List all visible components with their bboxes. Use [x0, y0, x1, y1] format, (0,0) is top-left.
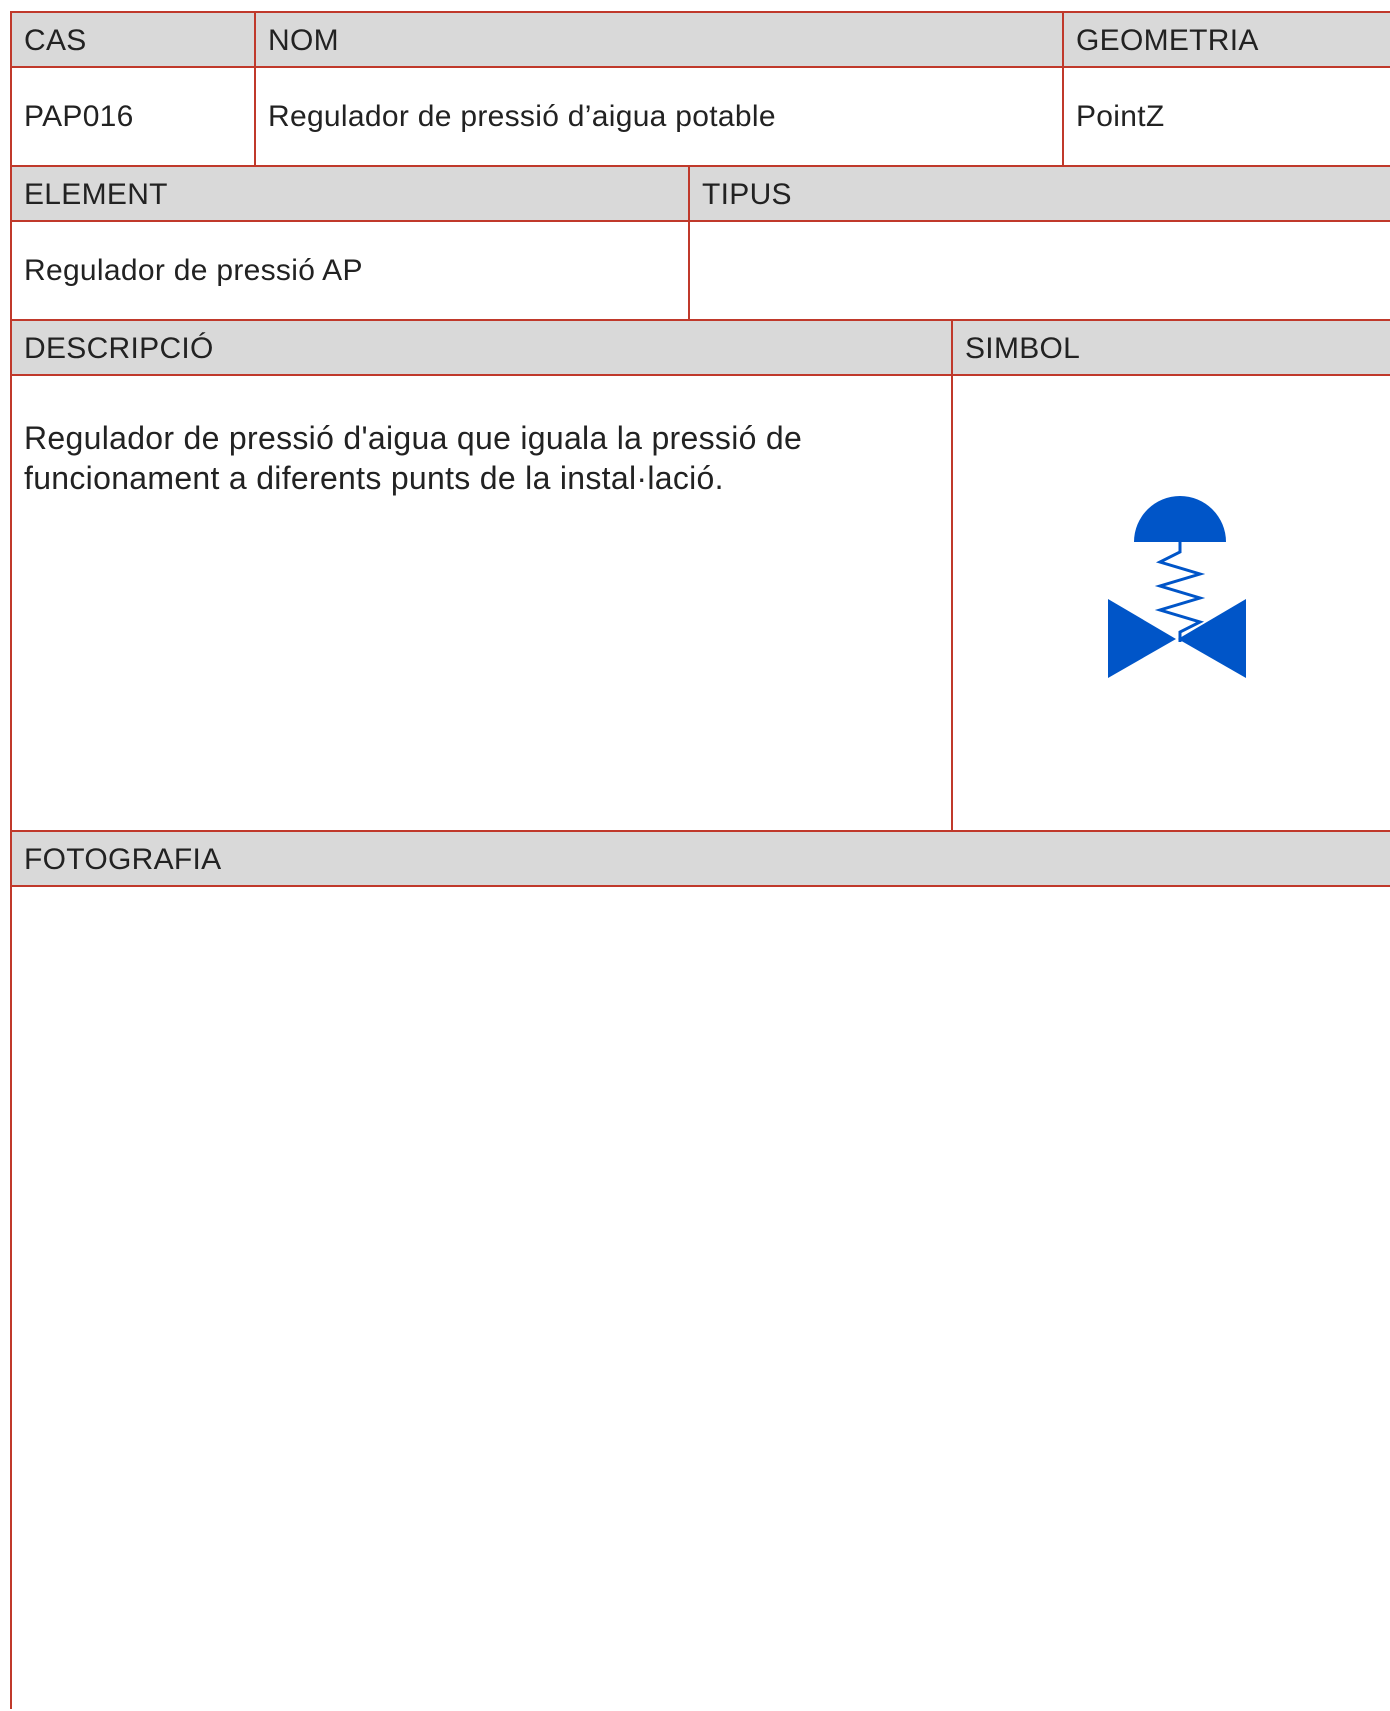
- geometria-header: GEOMETRIA: [1064, 13, 1390, 68]
- descripcio-header: DESCRIPCIÓ: [12, 321, 953, 376]
- element-value: Regulador de pressió AP: [12, 222, 690, 321]
- fotografia-header: FOTOGRAFIA: [12, 832, 1390, 887]
- simbol-header: SIMBOL: [953, 321, 1390, 376]
- tipus-value: [690, 222, 1390, 321]
- nom-header: NOM: [256, 13, 1064, 68]
- tipus-header: TIPUS: [690, 167, 1390, 222]
- cas-header: CAS: [12, 13, 256, 68]
- pressure-regulator-valve-icon: [1108, 496, 1246, 678]
- fotografia-area: [12, 887, 1390, 1711]
- descripcio-value: Regulador de pressió d'aigua que iguala …: [24, 420, 803, 496]
- simbol-cell: [953, 376, 1390, 832]
- cas-value: PAP016: [12, 68, 256, 167]
- nom-value: Regulador de pressió d’aigua potable: [256, 68, 1064, 167]
- descripcio-cell: Regulador de pressió d'aigua que iguala …: [12, 376, 953, 832]
- element-header: ELEMENT: [12, 167, 690, 222]
- geometria-value: PointZ: [1064, 68, 1390, 167]
- fitxa-sheet: CAS NOM GEOMETRIA PAP016 Regulador de pr…: [10, 11, 1390, 1709]
